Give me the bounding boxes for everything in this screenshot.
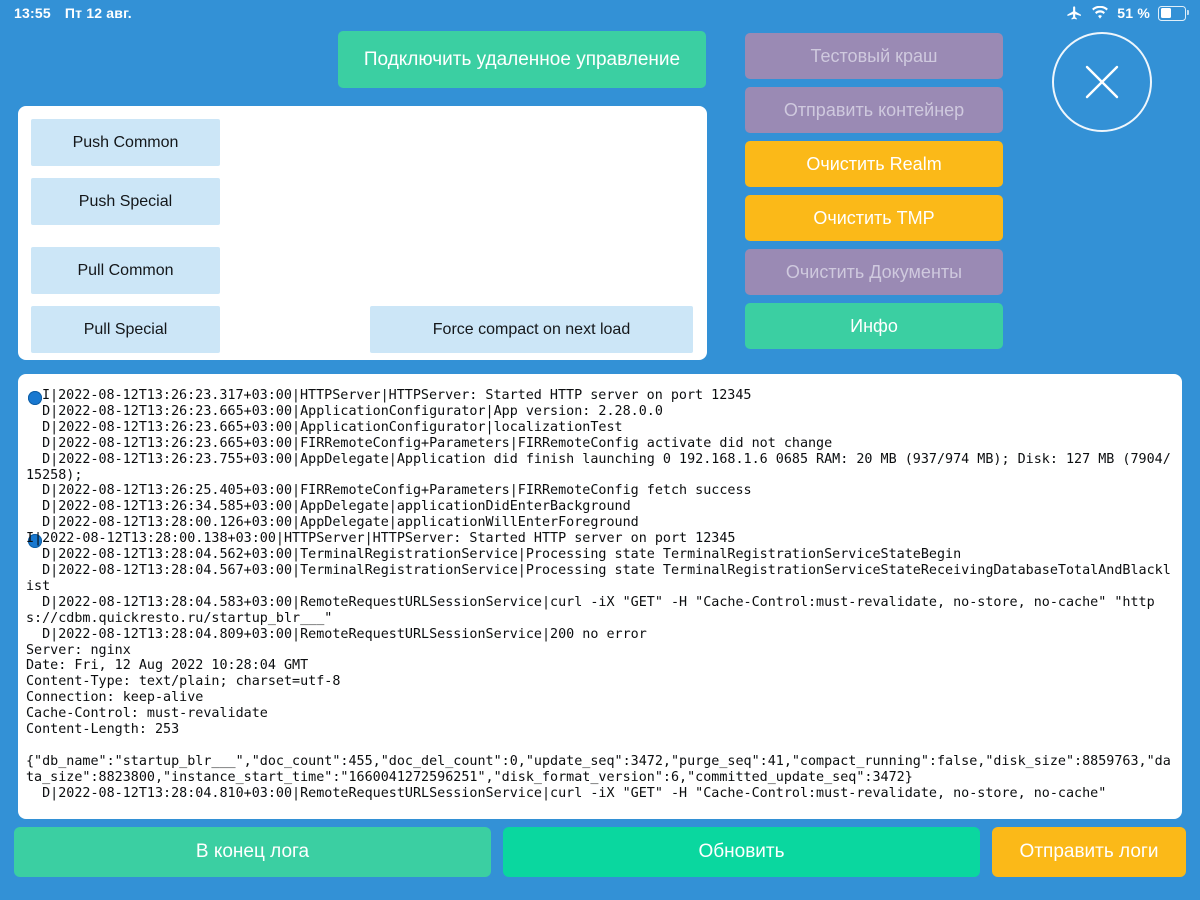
clear-realm-button[interactable]: Очистить Realm [745, 141, 1003, 187]
action-buttons-column: Тестовый краш Отправить контейнер Очисти… [745, 33, 1003, 349]
wifi-icon [1091, 6, 1109, 20]
clear-documents-button[interactable]: Очистить Документы [745, 249, 1003, 295]
push-common-button[interactable]: Push Common [31, 119, 220, 166]
log-output-panel[interactable]: I|2022-08-12T13:26:23.317+03:00|HTTPServ… [18, 374, 1182, 819]
scroll-to-log-end-button[interactable]: В конец лога [14, 827, 491, 877]
status-bar-right: 51 % [1066, 5, 1189, 22]
status-time: 13:55 [14, 5, 51, 21]
status-date: Пт 12 авг. [64, 5, 132, 21]
close-button[interactable] [1052, 32, 1152, 132]
status-bar: 13:55 Пт 12 авг. 51 % [0, 0, 1200, 26]
push-special-button[interactable]: Push Special [31, 178, 220, 225]
battery-fill [1160, 8, 1171, 18]
close-icon [1054, 34, 1150, 130]
clear-tmp-button[interactable]: Очистить TMP [745, 195, 1003, 241]
refresh-button[interactable]: Обновить [503, 827, 980, 877]
test-crash-button[interactable]: Тестовый краш [745, 33, 1003, 79]
airplane-icon [1066, 5, 1083, 22]
status-bar-left: 13:55 Пт 12 авг. [14, 5, 132, 21]
send-container-button[interactable]: Отправить контейнер [745, 87, 1003, 133]
database-tools-panel: Push Common Push Special Pull Common Pul… [18, 106, 707, 360]
pull-special-button[interactable]: Pull Special [31, 306, 220, 353]
bottom-button-bar: В конец лога Обновить Отправить логи [0, 824, 1200, 880]
connect-remote-control-button[interactable]: Подключить удаленное управление [338, 31, 706, 88]
battery-percent: 51 % [1117, 5, 1150, 21]
info-button[interactable]: Инфо [745, 303, 1003, 349]
force-compact-button[interactable]: Force compact on next load [370, 306, 693, 353]
log-text: I|2022-08-12T13:26:23.317+03:00|HTTPServ… [26, 388, 1171, 801]
battery-icon [1158, 5, 1189, 21]
send-logs-button[interactable]: Отправить логи [992, 827, 1186, 877]
pull-common-button[interactable]: Pull Common [31, 247, 220, 294]
